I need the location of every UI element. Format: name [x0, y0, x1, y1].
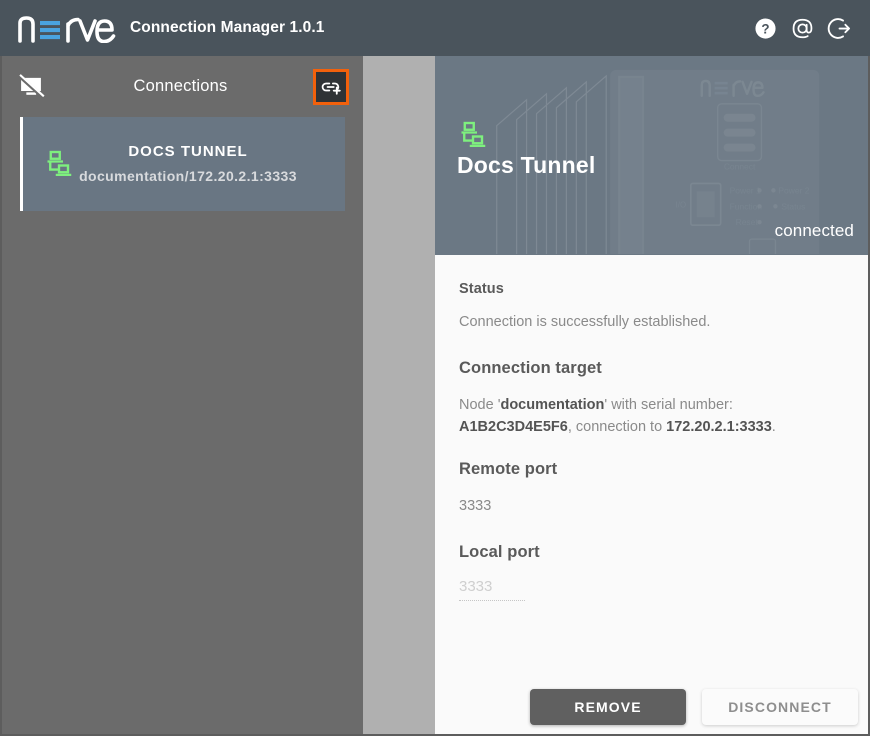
connection-item-name: DOCS TUNNEL — [31, 142, 345, 162]
ct-line2-prefix: connection to — [576, 419, 666, 435]
ct-middle: ' with serial number: — [604, 397, 732, 413]
svg-text:Reset: Reset — [736, 217, 759, 227]
remote-port-value: 3333 — [459, 495, 841, 517]
svg-text:Connect: Connect — [724, 161, 756, 171]
network-nodes-icon — [458, 120, 488, 150]
svg-text:Power 2: Power 2 — [778, 185, 809, 195]
remove-button[interactable]: REMOVE — [530, 689, 686, 725]
hero-network-nodes-icon-svg — [458, 120, 488, 150]
ct-address: 172.20.2.1:3333 — [666, 419, 772, 435]
panel-divider — [363, 56, 435, 736]
connection-list-item[interactable]: DOCS TUNNEL documentation/172.20.2.1:333… — [20, 117, 345, 211]
app-header: Connection Manager 1.0.1 ? — [0, 0, 870, 56]
monitor-off-icon-svg — [17, 73, 45, 101]
add-connection-button[interactable] — [313, 69, 349, 105]
nerve-logo-svg — [18, 13, 116, 43]
connection-status-badge: connected — [775, 221, 854, 241]
ct-comma: , — [568, 419, 572, 435]
link-plus-icon — [320, 76, 342, 98]
disconnect-button[interactable]: DISCONNECT — [702, 689, 858, 725]
connections-title: Connections — [48, 77, 313, 96]
logout-icon[interactable] — [826, 15, 852, 41]
ct-suffix: . — [772, 419, 776, 435]
logout-icon-svg — [827, 16, 852, 41]
help-icon[interactable]: ? — [752, 15, 778, 41]
ct-node: documentation — [500, 397, 604, 413]
detail-body: Status Connection is successfully establ… — [435, 255, 868, 736]
at-icon[interactable] — [789, 15, 815, 41]
appbar-actions: ? — [752, 15, 852, 41]
local-port-label: Local port — [459, 543, 846, 562]
connection-item-target: documentation/172.20.2.1:3333 — [31, 165, 345, 187]
connections-sidebar: Connections — [0, 56, 363, 736]
connection-target-label: Connection target — [459, 359, 846, 378]
help-icon-svg: ? — [754, 17, 777, 40]
app-title: Connection Manager 1.0.1 — [130, 19, 324, 37]
connections-list: DOCS TUNNEL documentation/172.20.2.1:333… — [2, 117, 363, 211]
connection-manager-window: Connection Manager 1.0.1 ? — [0, 0, 870, 736]
svg-text:?: ? — [761, 21, 769, 36]
detail-hero: Connect I/O Power 1 Power 2 Function Sta… — [435, 56, 868, 255]
remote-port-label: Remote port — [459, 460, 846, 479]
at-icon-svg — [790, 16, 815, 41]
detail-title: Docs Tunnel — [457, 152, 596, 179]
connection-target-value: Node 'documentation' with serial number:… — [459, 394, 841, 438]
network-nodes-icon — [44, 149, 74, 179]
svg-text:Status: Status — [781, 201, 805, 211]
monitor-off-icon[interactable] — [14, 70, 48, 104]
ct-serial: A1B2C3D4E5F6 — [459, 419, 568, 435]
connection-detail-panel: Connect I/O Power 1 Power 2 Function Sta… — [435, 56, 870, 736]
status-value: Connection is successfully established. — [459, 311, 841, 333]
status-label: Status — [459, 281, 846, 297]
nerve-logo — [18, 11, 116, 45]
svg-text:I/O: I/O — [676, 200, 687, 209]
svg-text:Power 1: Power 1 — [730, 185, 761, 195]
local-port-input[interactable]: 3333 — [459, 578, 525, 601]
network-nodes-icon-svg — [44, 149, 74, 179]
detail-actions: REMOVE DISCONNECT — [530, 689, 858, 725]
connections-header: Connections — [2, 56, 363, 117]
ct-prefix: Node ' — [459, 397, 500, 413]
